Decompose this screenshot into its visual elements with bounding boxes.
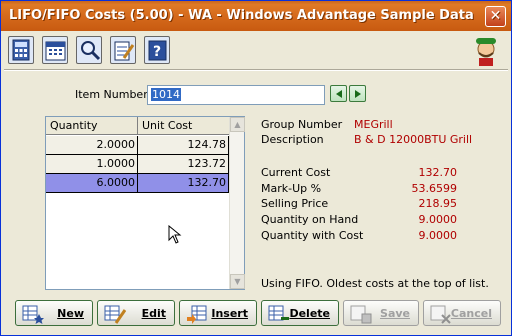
- calculator-icon[interactable]: [8, 36, 34, 64]
- close-button[interactable]: ✕: [485, 6, 506, 27]
- description-value: B & D 12000BTU Grill: [354, 133, 473, 146]
- insert-record-icon: [187, 305, 207, 324]
- cancel-button[interactable]: Cancel: [423, 300, 501, 326]
- close-icon: ✕: [489, 8, 502, 24]
- item-number-label: Item Number: [75, 88, 148, 101]
- toolbar-separator: [4, 69, 508, 71]
- cancel-record-icon: [430, 305, 451, 324]
- grid-scrollbar[interactable]: ▲ ▼: [229, 117, 245, 289]
- new-button[interactable]: New: [15, 300, 93, 326]
- delete-record-icon: [268, 305, 289, 321]
- description-label: Description: [261, 133, 324, 146]
- edit-button-label: Edit: [141, 307, 166, 320]
- scroll-up-icon[interactable]: ▲: [230, 117, 245, 132]
- quantity-cell: 1.0000: [46, 155, 138, 174]
- lifo-fifo-window: LIFO/FIFO Costs (5.00) - WA - Windows Ad…: [0, 0, 512, 336]
- previous-item-button[interactable]: [330, 85, 347, 102]
- mascot-icon: [470, 33, 502, 67]
- scroll-down-icon[interactable]: ▼: [230, 274, 245, 289]
- unit-cost-cell: 123.72: [138, 155, 229, 174]
- new-record-icon: [22, 305, 44, 324]
- column-header-quantity[interactable]: Quantity: [46, 117, 138, 135]
- costing-note: Using FIFO. Oldest costs at the top of l…: [261, 277, 489, 290]
- toolbar: ?: [4, 33, 508, 69]
- current-cost-value: 132.70: [418, 166, 458, 179]
- save-button[interactable]: Save: [343, 300, 419, 326]
- help-icon[interactable]: ?: [144, 36, 170, 64]
- arrow-right-icon: [355, 90, 361, 98]
- cancel-button-label: Cancel: [450, 307, 492, 320]
- insert-button-label: Insert: [211, 307, 248, 320]
- qty-with-cost-value: 9.0000: [418, 229, 458, 242]
- group-number-value: MEGrill: [354, 118, 393, 131]
- edit-record-icon: [104, 305, 126, 324]
- svg-text:?: ?: [153, 44, 161, 60]
- arrow-left-icon: [336, 90, 342, 98]
- group-number-label: Group Number: [261, 118, 343, 131]
- window-title: LIFO/FIFO Costs (5.00) - WA - Windows Ad…: [9, 8, 474, 23]
- edit-button[interactable]: Edit: [97, 300, 175, 326]
- notepad-icon[interactable]: [110, 36, 136, 64]
- markup-value: 53.6599: [411, 182, 458, 195]
- title-bar[interactable]: LIFO/FIFO Costs (5.00) - WA - Windows Ad…: [1, 1, 511, 31]
- quantity-cell: 6.0000: [46, 174, 138, 193]
- selling-price-value: 218.95: [418, 197, 458, 210]
- save-button-label: Save: [380, 307, 410, 320]
- qty-with-cost-label: Quantity with Cost: [261, 229, 364, 242]
- item-number-input[interactable]: 1014: [147, 85, 325, 105]
- column-header-unit-cost[interactable]: Unit Cost: [138, 117, 229, 135]
- magnifier-icon[interactable]: [76, 36, 102, 64]
- next-item-button[interactable]: [349, 85, 366, 102]
- qty-on-hand-value: 9.0000: [418, 213, 458, 226]
- selling-price-label: Selling Price: [261, 197, 329, 210]
- mouse-cursor-icon: [168, 225, 182, 244]
- unit-cost-cell: 124.78: [138, 136, 229, 155]
- qty-on-hand-label: Quantity on Hand: [261, 213, 359, 226]
- item-number-value: 1014: [151, 88, 181, 101]
- unit-cost-cell: 132.70: [138, 174, 229, 193]
- cost-layers-grid[interactable]: Quantity Unit Cost 2.0000 124.78 1.0000 …: [45, 116, 245, 290]
- delete-button-label: Delete: [289, 307, 330, 320]
- insert-button[interactable]: Insert: [179, 300, 257, 326]
- quantity-cell: 2.0000: [46, 136, 138, 155]
- calendar-icon[interactable]: [42, 36, 68, 64]
- markup-label: Mark-Up %: [261, 182, 322, 195]
- delete-button[interactable]: Delete: [261, 300, 339, 326]
- button-bar: New Edit Insert Delete Save Cancel: [15, 300, 501, 326]
- new-button-label: New: [57, 307, 84, 320]
- save-record-icon: [350, 305, 372, 324]
- current-cost-label: Current Cost: [261, 166, 331, 179]
